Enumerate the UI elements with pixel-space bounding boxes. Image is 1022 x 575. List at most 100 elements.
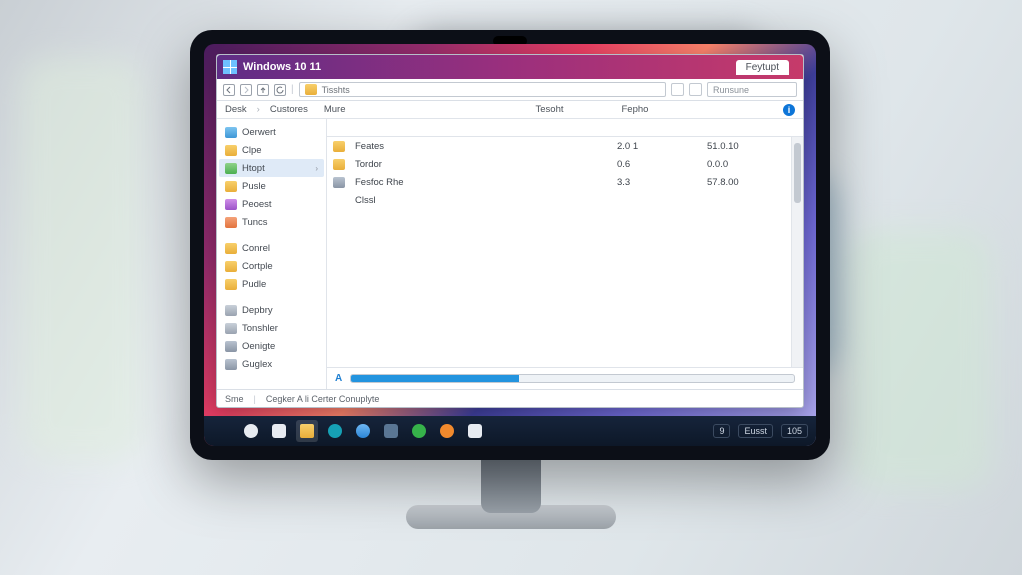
monitor-bezel: Windows 10 11 Feytupt | — [190, 30, 830, 460]
file-size: 57.8.00 — [707, 177, 797, 188]
sidebar-item-label: Depbry — [242, 305, 273, 316]
folder-icon — [225, 279, 237, 290]
info-icon[interactable]: i — [783, 104, 795, 116]
windows-logo-icon — [223, 60, 237, 74]
toolbar: | Tisshts Runsune — [217, 79, 803, 101]
sidebar-item-0[interactable]: Oerwert — [219, 123, 324, 141]
crumb-root[interactable]: Desk — [225, 104, 247, 115]
app-icon — [412, 424, 426, 438]
status-separator: | — [254, 394, 256, 404]
search-button[interactable] — [240, 420, 262, 442]
sidebar-item-label: Oerwert — [242, 127, 276, 138]
monitor-stand-neck — [481, 458, 541, 513]
file-size: 0.0.0 — [707, 159, 797, 170]
file-count: 0.6 — [617, 159, 707, 170]
file-row[interactable]: Feates 2.0 1 51.0.10 — [327, 137, 803, 155]
nav-forward-button[interactable] — [240, 84, 252, 96]
sidebar-item-11[interactable]: Oenigte — [219, 337, 324, 355]
folder-icon — [225, 243, 237, 254]
sidebar-item-3[interactable]: Pusle — [219, 177, 324, 195]
app-icon — [440, 424, 454, 438]
app-taskbar-button[interactable] — [408, 420, 430, 442]
chevron-right-icon: › — [315, 164, 318, 173]
refresh-button[interactable] — [274, 84, 286, 96]
sidebar-item-5[interactable]: Tuncs — [219, 213, 324, 231]
edge-icon — [328, 424, 342, 438]
sidebar-item-4[interactable]: Peoest — [219, 195, 324, 213]
toolbar-separator: | — [291, 84, 294, 95]
tray-item[interactable]: 9 — [713, 424, 730, 438]
search-input[interactable]: Runsune — [707, 82, 797, 97]
app-taskbar-button[interactable] — [436, 420, 458, 442]
crumb-2[interactable]: Mure — [324, 104, 346, 115]
sidebar-item-7[interactable]: Cortple — [219, 257, 324, 275]
titlebar-tab-label: Feytupt — [746, 62, 779, 73]
taskview-button[interactable] — [268, 420, 290, 442]
sidebar-item-8[interactable]: Pudle — [219, 275, 324, 293]
sidebar-item-label: Oenigte — [242, 341, 275, 352]
folder-icon — [225, 145, 237, 156]
folder-icon — [305, 84, 317, 95]
file-count: 3.3 — [617, 177, 707, 188]
taskview-icon — [272, 424, 286, 438]
sidebar-item-6[interactable]: Conrel — [219, 239, 324, 257]
folder-icon — [333, 141, 345, 152]
desktop-icon — [225, 127, 237, 138]
file-size: 51.0.10 — [707, 141, 797, 152]
progress-bar[interactable] — [350, 374, 795, 383]
address-bar[interactable]: Tisshts — [299, 82, 666, 97]
scrollbar-thumb[interactable] — [794, 143, 801, 203]
nav-back-button[interactable] — [223, 84, 235, 96]
file-name: Feates — [355, 141, 617, 152]
sidebar-item-12[interactable]: Guglex — [219, 355, 324, 373]
tray-item[interactable]: Eusst — [738, 424, 773, 438]
titlebar[interactable]: Windows 10 11 Feytupt — [217, 55, 803, 79]
column-headers: Name — [327, 119, 803, 137]
nav-up-button[interactable] — [257, 84, 269, 96]
file-list: Name Feates 2.0 1 51.0.10 Tordor 0.6 0.0… — [327, 119, 803, 389]
start-button[interactable] — [212, 420, 234, 442]
sidebar-item-1[interactable]: Clpe — [219, 141, 324, 159]
tray-item[interactable]: 105 — [781, 424, 808, 438]
system-tray: 9 Eusst 105 — [713, 424, 808, 438]
file-row[interactable]: Clssl — [327, 191, 803, 209]
progress-label: A — [335, 373, 342, 384]
sidebar-item-10[interactable]: Tonshler — [219, 319, 324, 337]
pictures-icon — [225, 217, 237, 228]
downloads-icon — [225, 163, 237, 174]
app-taskbar-button[interactable] — [464, 420, 486, 442]
sidebar: Oerwert Clpe Htopt› Pusle Peoest Tuncs C… — [217, 119, 327, 389]
column-header-size[interactable]: Fepho — [622, 104, 649, 115]
sidebar-item-label: Guglex — [242, 359, 272, 370]
search-placeholder: Runsune — [713, 85, 749, 95]
file-explorer-window: Windows 10 11 Feytupt | — [216, 54, 804, 408]
windows-logo-icon — [217, 425, 230, 438]
titlebar-tab[interactable]: Feytupt — [736, 60, 789, 75]
sidebar-item-label: Tuncs — [242, 217, 268, 228]
sidebar-item-label: Peoest — [242, 199, 272, 210]
crumb-1[interactable]: Custores — [270, 104, 308, 115]
vertical-scrollbar[interactable] — [791, 137, 803, 367]
app-taskbar-button[interactable] — [352, 420, 374, 442]
app-icon — [468, 424, 482, 438]
more-button[interactable] — [689, 83, 702, 96]
sidebar-item-label: Pusle — [242, 181, 266, 192]
edge-taskbar-button[interactable] — [324, 420, 346, 442]
file-count: 2.0 1 — [617, 141, 707, 152]
folder-icon — [300, 424, 314, 438]
app-icon — [356, 424, 370, 438]
file-row[interactable]: Tordor 0.6 0.0.0 — [327, 155, 803, 173]
music-icon — [225, 199, 237, 210]
chevron-right-icon: › — [257, 104, 260, 115]
drive-icon — [225, 323, 237, 334]
sidebar-item-9[interactable]: Depbry — [219, 301, 324, 319]
app-taskbar-button[interactable] — [380, 420, 402, 442]
sidebar-item-2[interactable]: Htopt› — [219, 159, 324, 177]
explorer-taskbar-button[interactable] — [296, 420, 318, 442]
file-name: Tordor — [355, 159, 617, 170]
window-title: Windows 10 11 — [243, 61, 321, 73]
view-button[interactable] — [671, 83, 684, 96]
file-row[interactable]: Fesfoc Rhe 3.3 57.8.00 — [327, 173, 803, 191]
column-header-count[interactable]: Tesoht — [536, 104, 564, 115]
drive-icon — [225, 305, 237, 316]
